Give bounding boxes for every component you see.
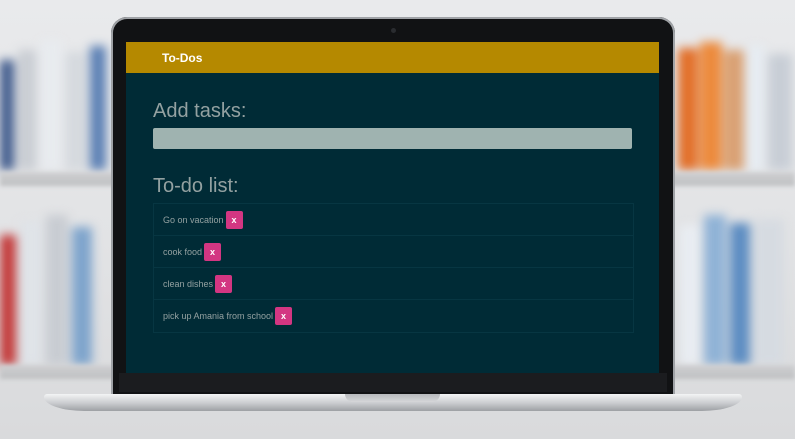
- todo-item-text: Go on vacation: [163, 214, 224, 225]
- todo-item: clean dishes x: [154, 268, 633, 300]
- delete-todo-button[interactable]: x: [225, 210, 243, 229]
- navbar-brand[interactable]: To-Dos: [162, 51, 202, 65]
- delete-todo-button[interactable]: x: [204, 242, 222, 261]
- laptop-chin: [119, 373, 667, 392]
- todo-list-heading: To-do list:: [153, 175, 239, 197]
- todo-item-text: clean dishes: [163, 278, 214, 289]
- add-task-input[interactable]: [153, 128, 632, 149]
- delete-todo-button[interactable]: x: [215, 274, 233, 293]
- delete-todo-button[interactable]: x: [275, 307, 293, 325]
- laptop-notch: [345, 394, 440, 402]
- webcam-icon: [391, 28, 396, 33]
- todo-item-text: cook food: [163, 246, 203, 257]
- todo-item: Go on vacation x: [154, 204, 633, 236]
- todo-list: Go on vacation x cook food x clean dishe…: [153, 203, 634, 333]
- navbar: To-Dos: [126, 42, 659, 73]
- add-tasks-heading: Add tasks:: [153, 100, 247, 122]
- todo-item: cook food x: [154, 236, 633, 268]
- todo-item: pick up Amania from school x: [154, 300, 633, 332]
- app-screen: To-Dos Add tasks: To-do list: Go on vaca…: [126, 42, 659, 373]
- todo-item-text: pick up Amania from school: [163, 311, 274, 321]
